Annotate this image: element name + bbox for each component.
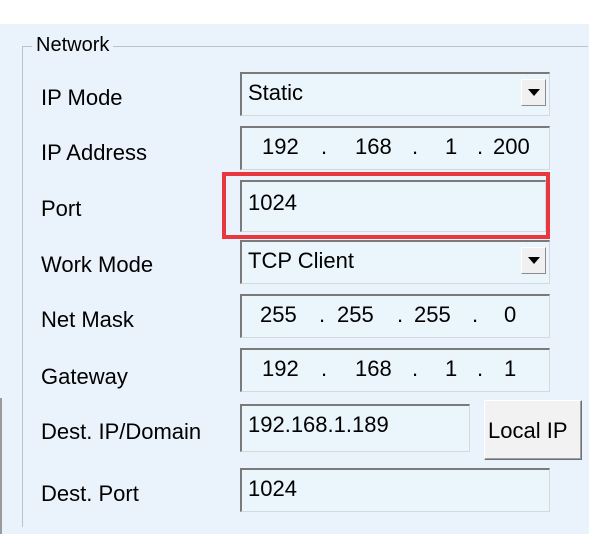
ip-address-octet-2: 168 [355,134,392,159]
ip-address-octet-4: 200 [493,134,530,159]
ip-mode-value: Static [248,80,304,105]
dest-ip-value: 192.168.1.189 [248,412,389,437]
gateway-octet-3: 1 [445,356,458,381]
dest-ip-label: Dest. IP/Domain [41,419,202,444]
gateway-octet-1: 192 [262,356,299,381]
local-ip-button[interactable]: Local IP [484,400,582,460]
gateway-octet-4: 1 [504,356,517,381]
dest-port-value: 1024 [248,476,297,501]
work-mode-label: Work Mode [41,252,154,277]
ip-mode-select[interactable]: Static [240,72,550,116]
work-mode-select[interactable]: TCP Client [240,240,550,284]
gateway-dot-2: . [412,356,419,381]
net-mask-field[interactable]: 255 . 255 . 255 . 0 [240,294,550,338]
chevron-down-icon [527,89,540,96]
net-mask-label: Net Mask [41,307,134,332]
ip-mode-label: IP Mode [41,85,123,110]
ip-address-octet-1: 192 [262,134,299,159]
net-mask-octet-1: 255 [260,302,297,327]
ip-address-dot-3: . [477,134,484,159]
window-edge [0,398,2,534]
ip-address-field[interactable]: 192 . 168 . 1 . 200 [240,126,550,170]
gateway-octet-2: 168 [355,356,392,381]
net-mask-octet-4: 0 [504,302,517,327]
dest-ip-input[interactable]: 192.168.1.189 [240,404,470,452]
net-mask-dot-1: . [319,302,326,327]
top-strip [0,0,589,24]
port-label: Port [41,196,82,221]
chevron-down-icon [527,257,540,264]
gateway-dot-1: . [321,356,328,381]
gateway-field[interactable]: 192 . 168 . 1 . 1 [240,348,550,392]
work-mode-value: TCP Client [248,248,354,273]
net-mask-dot-2: . [397,302,404,327]
dest-port-label: Dest. Port [41,481,139,506]
highlight-box [222,172,550,239]
ip-address-octet-3: 1 [445,134,458,159]
ip-address-dot-1: . [321,134,328,159]
work-mode-dropdown-button[interactable] [521,247,546,274]
dest-port-input[interactable]: 1024 [240,468,550,512]
net-mask-octet-2: 255 [337,302,374,327]
groupbox-title: Network [32,34,114,56]
net-mask-octet-3: 255 [414,302,451,327]
gateway-label: Gateway [41,364,128,389]
ip-address-dot-2: . [412,134,419,159]
net-mask-dot-3: . [472,302,479,327]
gateway-dot-3: . [477,356,484,381]
ip-address-label: IP Address [41,140,147,165]
ip-mode-dropdown-button[interactable] [521,79,546,106]
